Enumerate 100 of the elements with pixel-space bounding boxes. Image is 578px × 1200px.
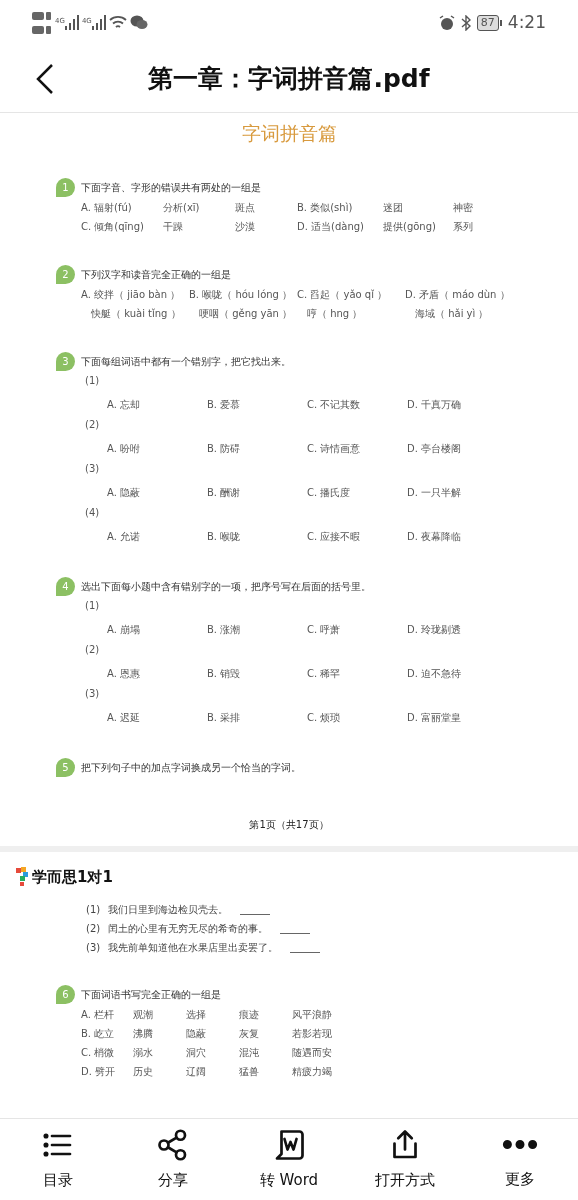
option-text: C. 稀罕 bbox=[307, 666, 342, 681]
option-text: 选择 bbox=[186, 1008, 207, 1022]
clock-time: 4:21 bbox=[507, 10, 546, 34]
option-text: B. 类似(shì) bbox=[297, 200, 354, 215]
option-text: 哽咽（ gěng yān ） bbox=[198, 306, 294, 321]
option-text: 沸腾 bbox=[133, 1027, 154, 1041]
page-number: 第1页（共17页） bbox=[249, 817, 329, 832]
option-text: D. 亭台楼阁 bbox=[407, 441, 463, 456]
question-number: 6 bbox=[56, 985, 75, 1004]
option-text: D. 千真万确 bbox=[407, 397, 463, 412]
question-text: 下面字音、字形的错误共有两处的一组是 bbox=[81, 180, 261, 195]
sub-question-label: (1) bbox=[85, 598, 100, 613]
logo-icon bbox=[16, 866, 28, 887]
option-text: 辽阔 bbox=[186, 1065, 207, 1079]
logo-text: 学而思1对1 bbox=[32, 866, 113, 888]
sub-question-label: (3) bbox=[85, 461, 100, 476]
option-text: 风平浪静 bbox=[292, 1008, 333, 1022]
option-text: 若影若现 bbox=[292, 1027, 333, 1041]
option-text: 溺水 bbox=[133, 1046, 154, 1060]
option-text: C. 倾角(qīng) bbox=[81, 219, 145, 234]
option-text: 系列 bbox=[453, 219, 474, 234]
option-text: 观潮 bbox=[133, 1008, 154, 1022]
option-text: B. 酬谢 bbox=[207, 485, 242, 500]
option-text: 痕迹 bbox=[239, 1008, 260, 1022]
question-number: 2 bbox=[56, 264, 75, 284]
toolbar-button[interactable]: 打开方式 bbox=[354, 1127, 455, 1192]
option-text: B. 屹立 bbox=[81, 1027, 116, 1041]
option-text: 哼（ hng ） bbox=[306, 306, 364, 321]
option-text: B. 防碍 bbox=[207, 441, 242, 456]
bluetooth-icon bbox=[460, 14, 471, 31]
option-text: 分析(xī) bbox=[163, 200, 201, 215]
option-text: D. 富丽堂皇 bbox=[407, 710, 463, 725]
wifi-icon bbox=[108, 15, 127, 30]
sub-question-label: (4) bbox=[85, 505, 100, 520]
option-text: C. 呼萧 bbox=[307, 622, 342, 637]
option-text: A. 忘却 bbox=[107, 397, 142, 412]
option-text: A. 允诺 bbox=[107, 529, 142, 544]
signal-icon bbox=[64, 14, 79, 31]
option-text: B. 涨潮 bbox=[207, 622, 242, 637]
option-text: 海域（ hǎi yì ） bbox=[414, 306, 490, 321]
option-text: 混沌 bbox=[239, 1046, 260, 1060]
option-text: D. 玲珑剔透 bbox=[407, 622, 463, 637]
option-text: 迷团 bbox=[383, 200, 404, 215]
question-number: 5 bbox=[56, 757, 75, 777]
page-heading: 字词拼音篇 bbox=[241, 121, 337, 146]
option-text: B. 喉咙 bbox=[207, 529, 242, 544]
option-text: 提供(gōng) bbox=[383, 219, 437, 234]
more-icon bbox=[502, 1140, 539, 1149]
option-text: A. 恩惠 bbox=[107, 666, 142, 681]
option-text: C. 梢微 bbox=[81, 1046, 116, 1060]
option-text: A. 吩咐 bbox=[107, 441, 142, 456]
option-text: B. 爱慕 bbox=[207, 397, 242, 412]
back-icon bbox=[35, 62, 55, 95]
fill-in-line bbox=[290, 952, 321, 953]
option-text: A. 隐蔽 bbox=[107, 485, 142, 500]
sentence-text: 我先前单知道他在水果店里出卖罢了。 bbox=[108, 941, 279, 955]
option-text: 洞穴 bbox=[186, 1046, 207, 1060]
option-text: A. 辐射(fú) bbox=[81, 200, 133, 215]
option-text: 历史 bbox=[133, 1065, 154, 1079]
toolbar-button[interactable]: 更多 bbox=[470, 1127, 571, 1191]
sub-question-label: (1) bbox=[85, 373, 100, 388]
option-text: 斑点 bbox=[235, 200, 256, 215]
option-text: A. 栏杆 bbox=[81, 1008, 116, 1022]
sub-question-label: (2) bbox=[85, 417, 100, 432]
sub-question-label: (3) bbox=[85, 686, 100, 701]
option-text: C. 舀起（ yǎo qǐ ） bbox=[297, 287, 389, 302]
question-text: 选出下面每小题中含有错别字的一项，把序号写在后面的括号里。 bbox=[81, 579, 371, 594]
toolbar-button[interactable]: 转 Word bbox=[239, 1127, 339, 1192]
signal-icon bbox=[91, 14, 106, 31]
option-text: 快艇（ kuài tǐng ） bbox=[90, 306, 182, 321]
fill-in-line bbox=[280, 933, 311, 934]
option-text: C. 诗情画意 bbox=[307, 441, 362, 456]
toolbar-button[interactable]: 目录 bbox=[7, 1127, 108, 1192]
question-number: 1 bbox=[56, 177, 75, 197]
option-text: A. 迟延 bbox=[107, 710, 142, 725]
question-text: 下面词语书写完全正确的一组是 bbox=[81, 988, 221, 1002]
sentence-text: 闰土的心里有无穷无尽的希奇的事。 bbox=[108, 922, 269, 936]
question-number: 4 bbox=[56, 576, 75, 596]
option-text: 随遇而安 bbox=[292, 1046, 333, 1060]
option-text: D. 一只半解 bbox=[407, 485, 463, 500]
option-text: D. 矛盾（ máo dùn ） bbox=[405, 287, 511, 302]
option-text: B. 采排 bbox=[207, 710, 242, 725]
chat-icon bbox=[129, 15, 148, 30]
question-text: 下列汉字和读音完全正确的一组是 bbox=[81, 267, 231, 282]
battery-level: 87 bbox=[476, 14, 499, 31]
option-text: B. 喉咙（ hóu lóng ） bbox=[189, 287, 294, 302]
window-title: 第一章：字词拼音篇.pdf bbox=[147, 62, 431, 95]
option-text: 精疲力竭 bbox=[292, 1065, 333, 1079]
option-text: D. 迫不急待 bbox=[407, 666, 463, 681]
option-text: D. 劈开 bbox=[81, 1065, 117, 1079]
sentence-label: (3) bbox=[86, 941, 101, 955]
option-text: C. 不记其数 bbox=[307, 397, 362, 412]
option-text: A. 绞拌（ jiāo bàn ） bbox=[81, 287, 182, 302]
option-text: B. 销毁 bbox=[207, 666, 242, 681]
option-text: C. 烦琐 bbox=[307, 710, 342, 725]
toolbar-button[interactable]: 分享 bbox=[123, 1127, 224, 1192]
option-text: 隐蔽 bbox=[186, 1027, 207, 1041]
sentence-text: 我们日里到海边检贝壳去。 bbox=[108, 903, 229, 917]
sub-question-label: (2) bbox=[85, 642, 100, 657]
sentence-label: (1) bbox=[86, 903, 101, 917]
